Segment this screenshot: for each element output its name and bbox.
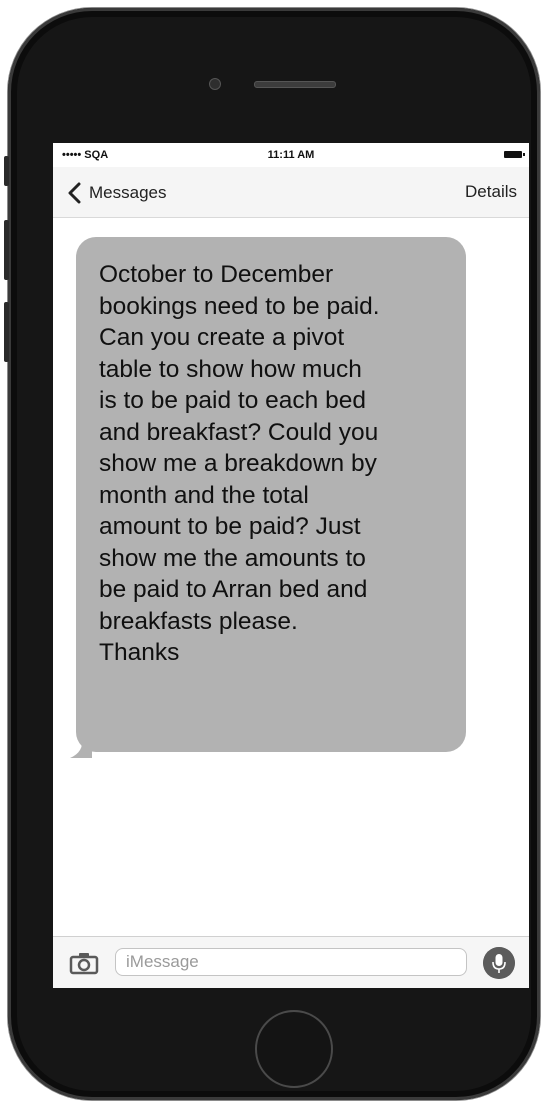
status-bar: ••••• SQA 11:11 AM (53, 143, 529, 167)
microphone-icon[interactable] (483, 947, 515, 979)
message-input-bar (53, 936, 529, 988)
chevron-left-icon (68, 182, 81, 204)
camera-icon[interactable] (69, 951, 99, 975)
back-button-label: Messages (89, 183, 167, 202)
phone-frame: ••••• SQA 11:11 AM Messages Details Octo… (4, 8, 540, 1100)
imessage-input[interactable] (115, 948, 467, 976)
mute-switch (4, 156, 9, 186)
volume-up-button (4, 220, 9, 280)
back-to-messages-button[interactable]: Messages (65, 182, 166, 204)
volume-down-button (4, 302, 9, 362)
details-button[interactable]: Details (465, 182, 517, 202)
navigation-bar: Messages Details (53, 167, 529, 218)
front-camera (209, 78, 221, 90)
incoming-message-bubble: October to December bookings need to be … (76, 237, 466, 752)
home-button[interactable] (255, 1010, 333, 1088)
status-time: 11:11 AM (267, 149, 315, 161)
message-text: October to December bookings need to be … (99, 261, 380, 666)
phone-screen: ••••• SQA 11:11 AM Messages Details Octo… (53, 143, 529, 988)
battery-icon (504, 151, 525, 158)
earpiece-speaker (254, 81, 336, 88)
